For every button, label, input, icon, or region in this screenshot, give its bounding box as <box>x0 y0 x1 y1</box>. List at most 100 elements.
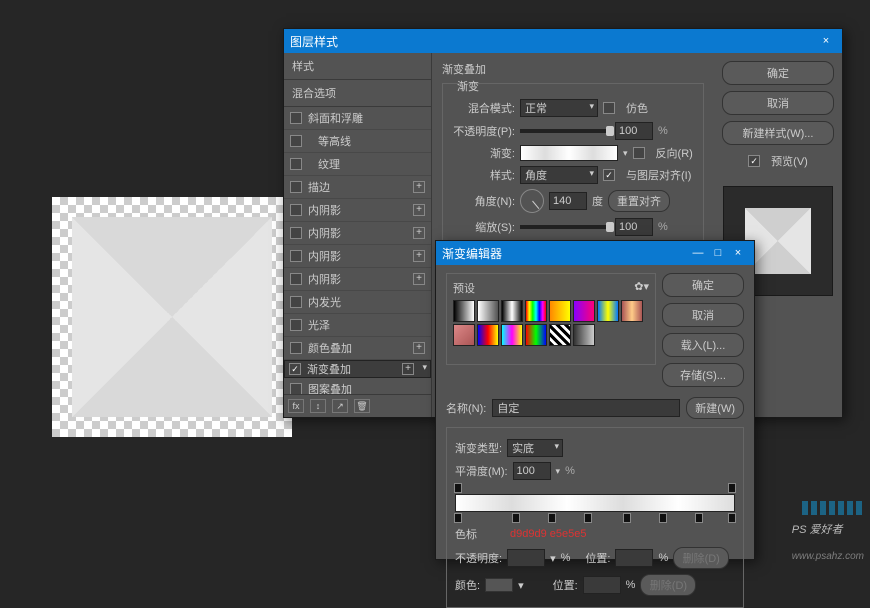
color-stop[interactable] <box>584 513 592 523</box>
new-gradient-button[interactable]: 新建(W) <box>686 397 744 419</box>
add-effect-icon[interactable]: + <box>413 342 425 354</box>
gradient-type-select[interactable]: 实底 <box>507 439 563 457</box>
smoothness-input[interactable] <box>513 462 551 480</box>
gradient-name-input[interactable] <box>492 399 680 417</box>
style-checkbox[interactable] <box>290 296 302 308</box>
style-checkbox[interactable] <box>290 319 302 331</box>
footer-icon-2[interactable]: ↗ <box>332 399 348 413</box>
reverse-checkbox[interactable] <box>633 147 645 159</box>
style-item-7[interactable]: 内阴影 + <box>284 268 431 291</box>
add-effect-icon[interactable]: + <box>413 250 425 262</box>
style-checkbox[interactable] <box>290 181 302 193</box>
preset-swatch-11[interactable] <box>525 324 547 346</box>
color-stop[interactable] <box>548 513 556 523</box>
style-checkbox[interactable] <box>290 135 302 147</box>
opacity-input[interactable] <box>615 122 653 140</box>
style-item-5[interactable]: 内阴影 + <box>284 222 431 245</box>
style-checkbox[interactable] <box>290 273 302 285</box>
style-checkbox[interactable] <box>290 383 302 394</box>
ok-button[interactable]: 确定 <box>662 273 744 297</box>
footer-icon-3[interactable]: 🗑 <box>354 399 370 413</box>
gradient-preview[interactable] <box>520 145 618 161</box>
style-checkbox[interactable] <box>290 342 302 354</box>
reset-align-button[interactable]: 重置对齐 <box>608 190 670 212</box>
close-icon[interactable]: × <box>816 35 836 47</box>
cancel-button[interactable]: 取消 <box>662 303 744 327</box>
preview-checkbox[interactable] <box>748 155 760 167</box>
preset-swatch-6[interactable] <box>597 300 619 322</box>
color-stop[interactable] <box>695 513 703 523</box>
new-style-button[interactable]: 新建样式(W)... <box>722 121 834 145</box>
color-stop[interactable] <box>454 513 462 523</box>
footer-icon-0[interactable]: fx <box>288 399 304 413</box>
pct-sign: % <box>658 221 668 233</box>
color-stop[interactable] <box>512 513 520 523</box>
opacity-stop[interactable] <box>454 483 462 493</box>
preset-swatch-4[interactable] <box>549 300 571 322</box>
blend-mode-select[interactable]: 正常 <box>520 99 598 117</box>
style-item-6[interactable]: 内阴影 + <box>284 245 431 268</box>
dither-checkbox[interactable] <box>603 102 615 114</box>
style-checkbox[interactable] <box>290 112 302 124</box>
align-checkbox[interactable] <box>603 169 615 181</box>
ok-button[interactable]: 确定 <box>722 61 834 85</box>
style-item-3[interactable]: 描边 + <box>284 176 431 199</box>
style-item-2[interactable]: 纹理 <box>284 153 431 176</box>
preset-swatch-5[interactable] <box>573 300 595 322</box>
preset-swatch-9[interactable] <box>477 324 499 346</box>
opacity-slider[interactable] <box>520 129 610 133</box>
load-button[interactable]: 载入(L)... <box>662 333 744 357</box>
style-checkbox[interactable] <box>290 158 302 170</box>
color-stop[interactable] <box>728 513 736 523</box>
style-item-9[interactable]: 光泽 <box>284 314 431 337</box>
style-checkbox[interactable] <box>290 227 302 239</box>
add-effect-icon[interactable]: + <box>413 227 425 239</box>
preset-swatch-2[interactable] <box>501 300 523 322</box>
style-item-8[interactable]: 内发光 <box>284 291 431 314</box>
preset-swatch-12[interactable] <box>549 324 571 346</box>
preset-swatch-3[interactable] <box>525 300 547 322</box>
gradient-editor-titlebar[interactable]: 渐变编辑器 — □ × <box>436 241 754 265</box>
close-icon[interactable]: × <box>728 247 748 259</box>
footer-icon-1[interactable]: ↕ <box>310 399 326 413</box>
presets-gear-icon[interactable]: ✿▾ <box>634 280 649 296</box>
color-stop[interactable] <box>659 513 667 523</box>
style-item-1[interactable]: 等高线 <box>284 130 431 153</box>
gradient-bar[interactable] <box>455 494 735 512</box>
maximize-icon[interactable]: □ <box>708 247 728 259</box>
styles-header[interactable]: 样式 <box>284 53 431 80</box>
scale-slider[interactable] <box>520 225 610 229</box>
style-item-0[interactable]: 斜面和浮雕 <box>284 107 431 130</box>
blend-options-header[interactable]: 混合选项 <box>284 80 431 107</box>
style-select[interactable]: 角度 <box>520 166 598 184</box>
style-item-12[interactable]: 图案叠加 <box>284 378 431 394</box>
style-item-11[interactable]: 渐变叠加 + <box>284 360 431 378</box>
gradient-editor-title: 渐变编辑器 <box>442 245 688 262</box>
angle-dial[interactable] <box>520 189 544 213</box>
preset-swatch-1[interactable] <box>477 300 499 322</box>
minimize-icon[interactable]: — <box>688 247 708 259</box>
add-effect-icon[interactable]: + <box>413 204 425 216</box>
color-stop[interactable] <box>623 513 631 523</box>
preset-swatch-7[interactable] <box>621 300 643 322</box>
layer-style-titlebar[interactable]: 图层样式 × <box>284 29 842 53</box>
add-effect-icon[interactable]: + <box>413 181 425 193</box>
angle-input[interactable] <box>549 192 587 210</box>
color-swatch <box>485 578 513 592</box>
style-checkbox[interactable] <box>290 204 302 216</box>
opacity-stop[interactable] <box>728 483 736 493</box>
preset-swatch-8[interactable] <box>453 324 475 346</box>
preset-swatch-0[interactable] <box>453 300 475 322</box>
style-item-4[interactable]: 内阴影 + <box>284 199 431 222</box>
preset-swatch-10[interactable] <box>501 324 523 346</box>
style-label: 等高线 <box>308 133 425 149</box>
save-button[interactable]: 存储(S)... <box>662 363 744 387</box>
cancel-button[interactable]: 取消 <box>722 91 834 115</box>
style-item-10[interactable]: 颜色叠加 + <box>284 337 431 360</box>
add-effect-icon[interactable]: + <box>413 273 425 285</box>
preset-swatch-13[interactable] <box>573 324 595 346</box>
style-checkbox[interactable] <box>290 250 302 262</box>
style-checkbox[interactable] <box>289 363 301 375</box>
scale-input[interactable] <box>615 218 653 236</box>
add-effect-icon[interactable]: + <box>402 363 414 375</box>
